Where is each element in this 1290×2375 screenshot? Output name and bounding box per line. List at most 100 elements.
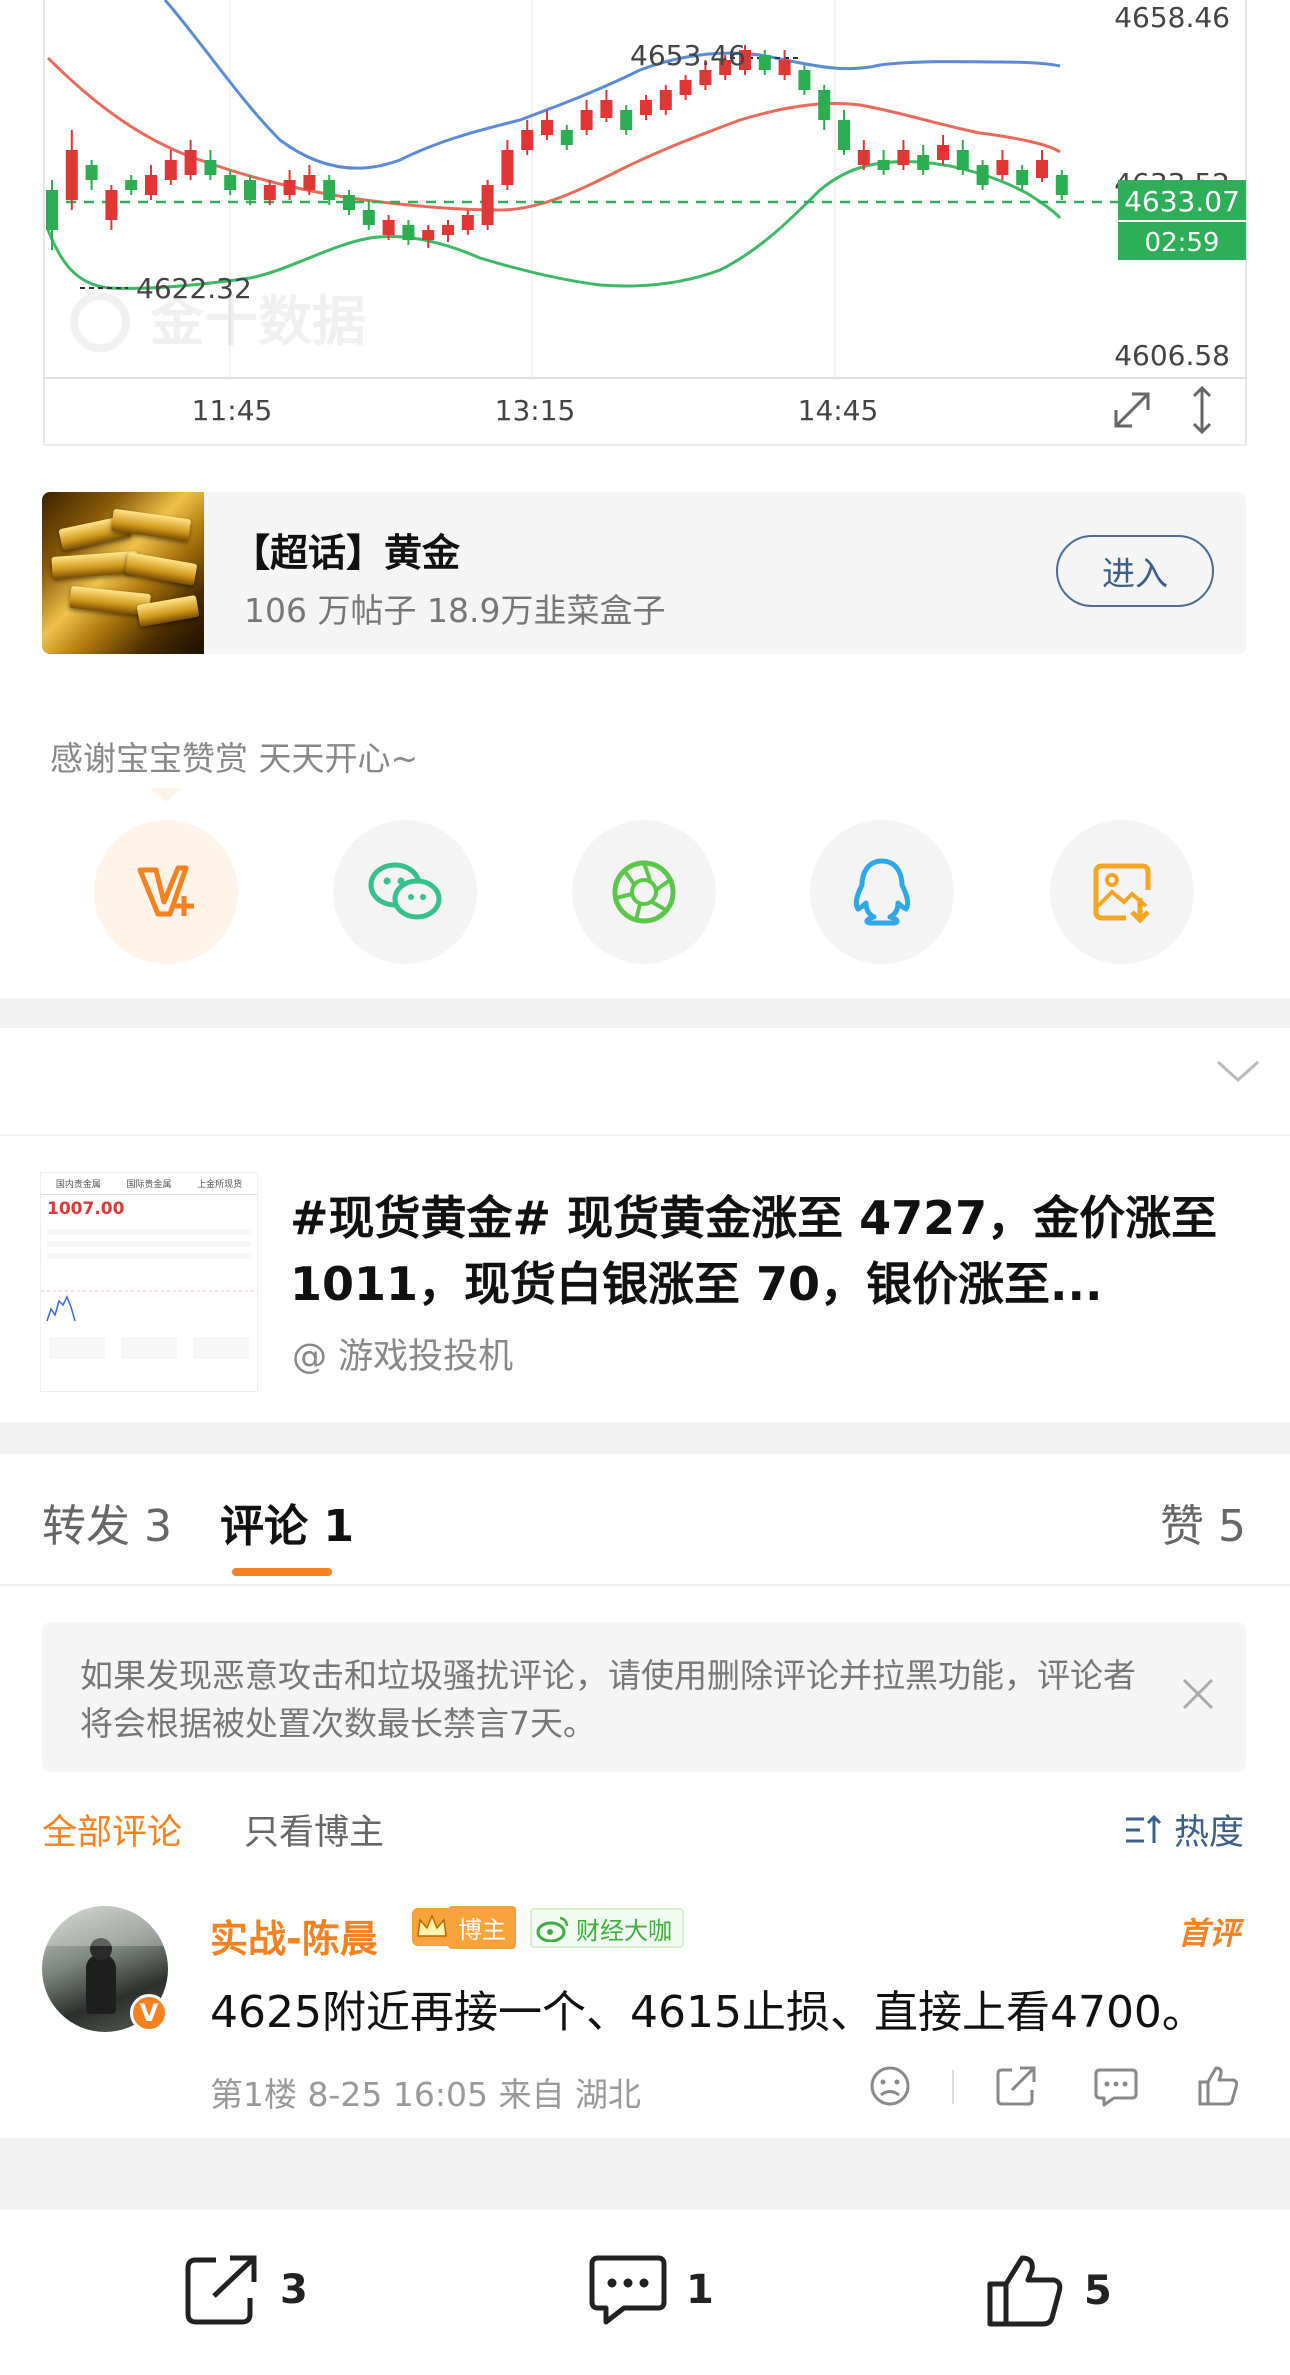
candle-body xyxy=(679,80,692,95)
candle-body xyxy=(541,120,553,135)
like-count: 5 xyxy=(1084,2268,1112,2314)
candle-body xyxy=(283,180,296,195)
bottom-like-button[interactable]: 5 xyxy=(986,2252,1112,2330)
gold-bars-image xyxy=(42,492,204,654)
candle-body xyxy=(204,160,217,175)
thumb-mini-chart xyxy=(41,1290,257,1322)
candle-body xyxy=(620,110,633,130)
peak-price-label: 4653.46 xyxy=(630,39,746,72)
comment-meta: 第1楼 8-25 16:05 来自 湖北 xyxy=(210,2075,641,2114)
candlestick-chart: 金十数据 4658.46 4653.46 4633.52 4633.07 02:… xyxy=(43,0,1247,446)
weibo-reward-icon xyxy=(137,865,194,917)
chevron-down-icon[interactable] xyxy=(1216,1058,1260,1084)
weibo-logo-icon xyxy=(536,1916,569,1942)
candle-body xyxy=(1055,175,1068,195)
dislike-face-icon[interactable] xyxy=(868,2064,912,2108)
candle-body xyxy=(224,175,237,190)
candle-body xyxy=(382,220,395,235)
thumb-tab: 上金所现货 xyxy=(197,1180,243,1190)
commenter-name[interactable]: 实战-陈晨 xyxy=(210,1908,378,1963)
thumb-tab: 国内贵金属 xyxy=(55,1180,101,1190)
candle-body xyxy=(580,110,593,130)
repost-thumbnail[interactable]: 国内贵金属 国际贵金属 上金所现货 1007.00 xyxy=(40,1172,258,1392)
divider xyxy=(0,1134,1290,1136)
share-icon xyxy=(185,2255,257,2325)
moderation-notice: 如果发现恶意攻击和垃圾骚扰评论，请使用删除评论并拉黑功能，评论者将会根据被处置次… xyxy=(42,1622,1246,1772)
blogger-badge: 博主 xyxy=(410,1905,516,1949)
candle-body xyxy=(956,150,969,170)
candle-body xyxy=(501,150,514,185)
candle-body xyxy=(857,150,870,165)
tab-comment[interactable]: 评论 1 xyxy=(220,1490,354,1554)
candle-body xyxy=(976,165,989,185)
candle-body xyxy=(1036,160,1048,178)
candle-body xyxy=(164,160,177,180)
price-chart: 金十数据 4658.46 4653.46 4633.52 4633.07 02:… xyxy=(0,0,1290,450)
candle-body xyxy=(758,55,771,70)
comment-icon[interactable] xyxy=(1094,2064,1138,2108)
tab-like[interactable]: 赞 5 xyxy=(1160,1490,1246,1554)
like-icon xyxy=(987,2255,1063,2327)
share-wechat-button[interactable] xyxy=(333,820,477,964)
divider xyxy=(0,1584,1290,1586)
blogger-badge-label: 博主 xyxy=(448,1905,516,1949)
vertical-scale-icon[interactable] xyxy=(1192,385,1212,435)
time-label: 14:45 xyxy=(798,394,879,427)
sort-by-hot-button[interactable]: 热度 xyxy=(1124,1804,1244,1855)
thumb-tab: 国际贵金属 xyxy=(126,1180,172,1190)
bottom-repost-button[interactable]: 3 xyxy=(182,2252,308,2328)
time-label: 13:15 xyxy=(495,394,576,427)
repost-count: 3 xyxy=(280,2267,308,2313)
list-end-spacer xyxy=(0,2138,1290,2210)
share-icon[interactable] xyxy=(994,2064,1038,2108)
save-image-button[interactable] xyxy=(1050,820,1194,964)
candle-body xyxy=(362,210,375,225)
tab-repost[interactable]: 转发 3 xyxy=(42,1490,172,1554)
candle-body xyxy=(996,160,1009,175)
candle-body xyxy=(659,90,672,110)
thumb-price: 1007.00 xyxy=(47,1199,125,1219)
enter-topic-button[interactable]: 进入 xyxy=(1056,535,1214,607)
reward-thanks-text: 感谢宝宝赞赏 天天开心~ xyxy=(50,739,419,778)
time-label: 11:45 xyxy=(192,394,273,427)
countdown-label: 02:59 xyxy=(1145,228,1220,258)
candle-body xyxy=(1016,170,1029,185)
topic-stats: 106 万帖子 18.9万韭菜盒子 xyxy=(244,591,666,630)
notice-text: 如果发现恶意攻击和垃圾骚扰评论，请使用删除评论并拉黑功能，评论者将会根据被处置次… xyxy=(80,1656,1136,1743)
candle-body xyxy=(838,120,850,150)
close-icon[interactable] xyxy=(1180,1676,1216,1712)
share-qq-button[interactable] xyxy=(810,820,954,964)
lower-band-line xyxy=(46,160,1062,290)
candle-body xyxy=(125,180,138,190)
like-icon[interactable] xyxy=(1196,2064,1240,2108)
reward-pointer xyxy=(150,788,182,802)
candle-body xyxy=(422,230,435,240)
upper-band-line xyxy=(163,0,1061,170)
repost-author[interactable]: @ 游戏投投机 xyxy=(292,1328,513,1379)
filter-author-only[interactable]: 只看博主 xyxy=(244,1804,384,1855)
sort-label: 热度 xyxy=(1173,1813,1244,1853)
bottom-comment-button[interactable]: 1 xyxy=(588,2252,714,2328)
reward-button[interactable] xyxy=(94,820,238,964)
comment-icon xyxy=(589,2255,667,2325)
candle-body xyxy=(461,215,474,230)
candle-body xyxy=(343,195,355,210)
candle-body xyxy=(442,225,454,235)
candle-body xyxy=(481,185,494,225)
active-tab-indicator xyxy=(232,1568,332,1576)
candle-body xyxy=(640,100,652,115)
candle-body xyxy=(46,190,58,230)
candle-body xyxy=(145,175,157,195)
section-divider xyxy=(0,998,1290,1028)
share-moments-button[interactable] xyxy=(572,820,716,964)
candle-body xyxy=(778,60,791,75)
filter-all-comments[interactable]: 全部评论 xyxy=(42,1804,182,1855)
super-topic-card[interactable]: 【超话】黄金 106 万帖子 18.9万韭菜盒子 进入 xyxy=(42,492,1246,654)
candle-body xyxy=(798,70,811,90)
finance-badge: 财经大咖 xyxy=(530,1908,684,1948)
repost-title[interactable]: #现货黄金# 现货黄金涨至 4727，金价涨至 1011，现货白银涨至 70，银… xyxy=(290,1185,1250,1317)
thumb-table xyxy=(47,1225,251,1259)
expand-icon[interactable] xyxy=(1114,392,1150,428)
comment-text[interactable]: 4625附近再接一个、4615止损、直接上看4700。 xyxy=(210,1976,1206,2040)
finance-badge-label: 财经大咖 xyxy=(576,1916,672,1945)
